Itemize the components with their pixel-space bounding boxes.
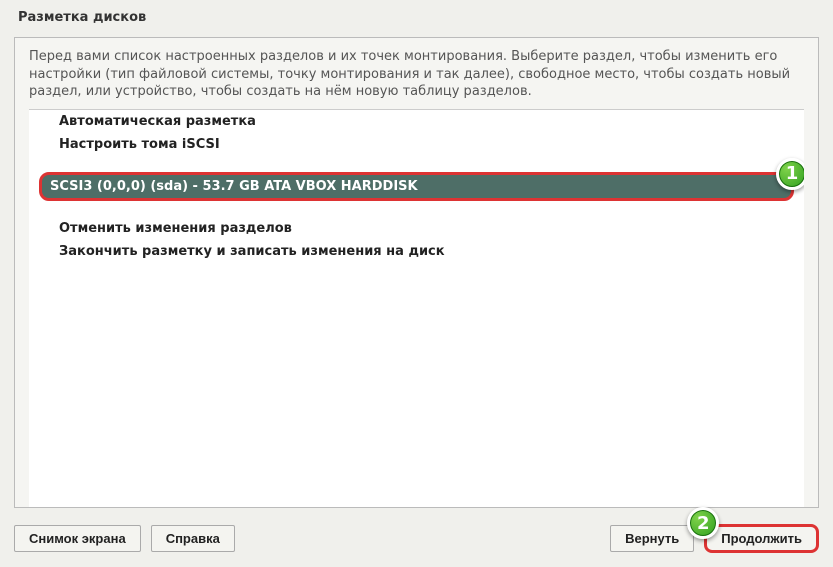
callout-badge-2: 2 — [687, 507, 719, 539]
window-title: Разметка дисков — [0, 0, 833, 33]
option-iscsi[interactable]: Настроить тома iSCSI — [29, 133, 804, 156]
list-spacer — [29, 203, 804, 217]
help-button[interactable]: Справка — [151, 525, 235, 552]
continue-button[interactable]: Продолжить — [704, 524, 819, 553]
continue-wrap: 2 Продолжить — [704, 524, 819, 553]
button-bar: Снимок экрана Справка Вернуть 2 Продолжи… — [0, 516, 833, 567]
partition-list: Автоматическая разметка Настроить тома i… — [29, 109, 804, 507]
instruction-text: Перед вами список настроенных разделов и… — [29, 48, 804, 101]
option-guided[interactable]: Автоматическая разметка — [29, 110, 804, 133]
back-button[interactable]: Вернуть — [610, 525, 694, 552]
disk-label: SCSI3 (0,0,0) (sda) - 53.7 GB ATA VBOX H… — [50, 179, 418, 194]
callout-badge-1: 1 — [776, 158, 804, 190]
option-undo[interactable]: Отменить изменения разделов — [29, 217, 804, 240]
list-spacer — [29, 156, 804, 170]
option-finish[interactable]: Закончить разметку и записать изменения … — [29, 240, 804, 263]
screenshot-button[interactable]: Снимок экрана — [14, 525, 141, 552]
option-disk-selected[interactable]: SCSI3 (0,0,0) (sda) - 53.7 GB ATA VBOX H… — [39, 172, 794, 201]
main-panel: Перед вами список настроенных разделов и… — [14, 37, 819, 508]
